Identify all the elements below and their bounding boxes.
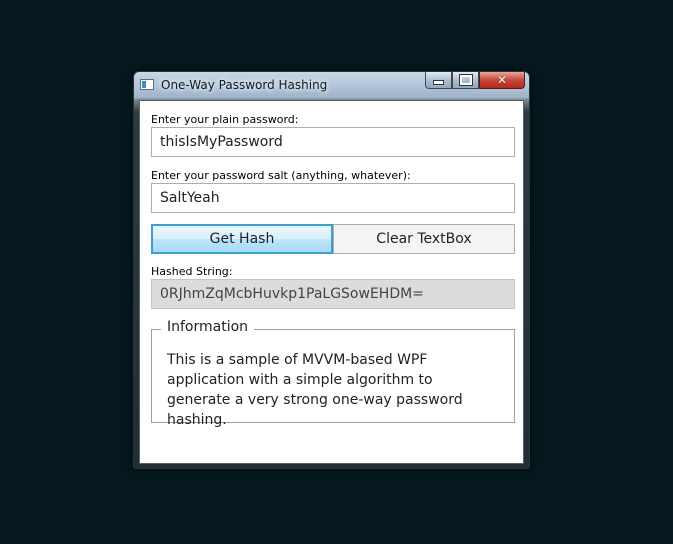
plain-password-input[interactable]: thisIsMyPassword: [151, 127, 515, 157]
information-text: This is a sample of MVVM-based WPF appli…: [167, 352, 463, 428]
app-icon[interactable]: [140, 79, 154, 90]
get-hash-button[interactable]: Get Hash: [151, 224, 333, 254]
client-area: Enter your plain password: thisIsMyPassw…: [139, 100, 524, 464]
plain-password-label: Enter your plain password:: [151, 113, 299, 126]
hashed-string-label: Hashed String:: [151, 265, 233, 278]
minimize-button[interactable]: [425, 72, 452, 89]
salt-label: Enter your password salt (anything, what…: [151, 169, 411, 182]
caption-buttons: ✕: [425, 72, 525, 90]
information-header: Information: [161, 319, 255, 335]
clear-textbox-button[interactable]: Clear TextBox: [333, 224, 515, 254]
hashed-string-output[interactable]: 0RJhmZqMcbHuvkp1PaLGSowEHDM=: [151, 279, 515, 309]
minimize-icon: [433, 80, 444, 85]
window-title: One-Way Password Hashing: [161, 78, 328, 92]
salt-input[interactable]: SaltYeah: [151, 183, 515, 213]
title-bar[interactable]: One-Way Password Hashing ✕: [134, 72, 529, 100]
close-button[interactable]: ✕: [479, 72, 525, 89]
app-window: One-Way Password Hashing ✕ Enter your pl…: [133, 71, 530, 469]
maximize-icon: [458, 74, 473, 86]
information-groupbox: Information This is a sample of MVVM-bas…: [151, 319, 515, 428]
maximize-button[interactable]: [452, 72, 479, 89]
close-icon: ✕: [496, 73, 508, 87]
